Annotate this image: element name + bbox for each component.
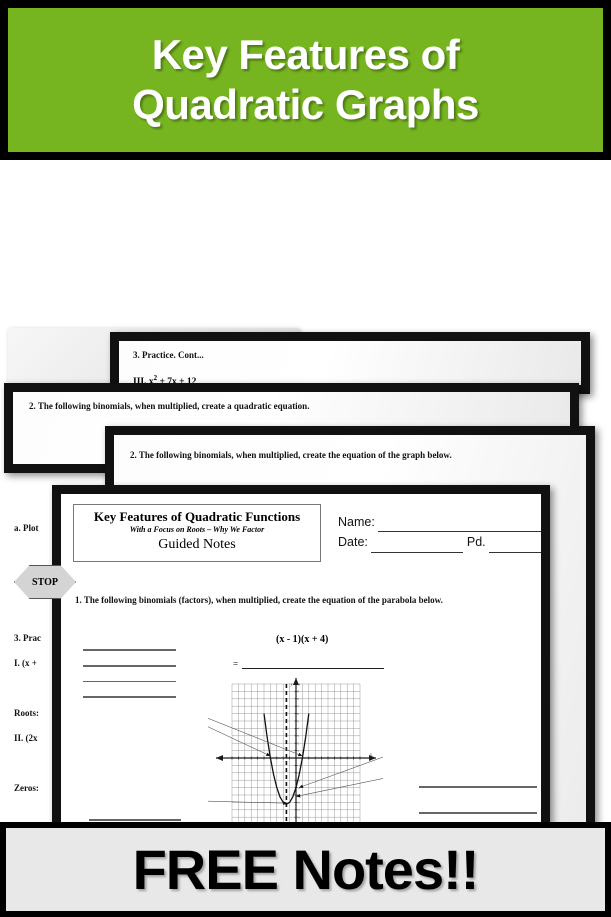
- name-row: Name:: [338, 512, 541, 533]
- binomials-graph-heading: 2. The following binomials, when multipl…: [130, 450, 452, 460]
- answer-line[interactable]: [419, 811, 537, 814]
- pinterest-pin-image: Key Features of Quadratic Graphs 3. Prac…: [0, 0, 611, 917]
- worksheet-title-box: Key Features of Quadratic Functions With…: [73, 504, 321, 562]
- pd-label: Pd.: [466, 535, 486, 550]
- worksheet-stack: 3. Practice. Cont... III. x2 + 7x + 12 2…: [0, 160, 611, 917]
- equals-sign: =: [233, 659, 239, 669]
- edge-page-text: II. (2x: [14, 733, 38, 743]
- svg-text:8: 8: [298, 698, 300, 701]
- date-row: Date: Pd.: [338, 532, 541, 553]
- equation-answer-blank[interactable]: [242, 660, 385, 669]
- header-title-line-1: Key Features of: [151, 31, 460, 79]
- answer-line[interactable]: [83, 664, 176, 667]
- page-body: 3. Practice. Cont... III. x2 + 7x + 12: [119, 341, 581, 385]
- date-input[interactable]: [371, 532, 464, 553]
- binomials-quadratic-heading: 2. The following binomials, when multipl…: [29, 401, 310, 411]
- edge-page-text: Roots:: [14, 708, 39, 718]
- date-label: Date:: [338, 535, 368, 550]
- worksheet-doctype: Guided Notes: [158, 537, 236, 553]
- svg-text:-7: -7: [298, 809, 301, 812]
- dot-border-top: [105, 426, 595, 435]
- graph-axes: xy: [216, 678, 376, 840]
- answer-line[interactable]: [419, 786, 537, 788]
- worksheet-subtitle: With a Focus on Roots – Why We Factor: [129, 525, 265, 535]
- parabola-graph-svg: xy-10-9-8-7-6-5-4-3-2-112345678910: [208, 678, 383, 840]
- practice-cont-heading: 3. Practice. Cont...: [133, 350, 204, 360]
- header-banner: Key Features of Quadratic Graphs: [0, 0, 611, 160]
- dot-border-right: [581, 332, 590, 394]
- dot-border-top: [4, 383, 579, 392]
- dot-border-top: [52, 485, 550, 494]
- question-1-text: 1. The following binomials (factors), wh…: [75, 595, 443, 605]
- name-input[interactable]: [378, 512, 541, 533]
- answer-lines-left: [83, 649, 176, 712]
- dot-border-top: [110, 332, 590, 341]
- footer-cta-text: FREE Notes!!: [132, 838, 480, 901]
- answer-line[interactable]: [83, 696, 176, 699]
- answer-line[interactable]: [83, 649, 176, 651]
- header-banner-inner: Key Features of Quadratic Graphs: [8, 8, 603, 152]
- factored-equation-label: (x - 1)(x + 4): [276, 634, 329, 645]
- name-label: Name:: [338, 515, 375, 529]
- pd-input[interactable]: [489, 532, 541, 553]
- svg-text:x: x: [370, 752, 372, 757]
- svg-text:y: y: [291, 682, 293, 687]
- edge-page-text: 3. Prac: [14, 633, 41, 643]
- footer-banner-inner: FREE Notes!!: [6, 828, 605, 911]
- svg-text:3: 3: [298, 735, 300, 738]
- dot-border-left: [4, 383, 13, 473]
- answer-line[interactable]: [89, 819, 181, 821]
- header-title-line-2: Quadratic Graphs: [132, 81, 479, 128]
- equation-answer-row: =: [233, 659, 385, 669]
- worksheet-title: Key Features of Quadratic Functions: [93, 509, 301, 524]
- edge-page-text: a. Plot: [14, 523, 39, 533]
- name-date-block: Name: Date: Pd.: [338, 512, 541, 553]
- parabola-graph: xy-10-9-8-7-6-5-4-3-2-112345678910: [208, 676, 383, 846]
- edge-page-text: Zeros:: [14, 783, 39, 793]
- footer-banner: FREE Notes!!: [0, 822, 611, 917]
- edge-page-text: I. (x +: [14, 658, 37, 668]
- answer-line[interactable]: [83, 680, 176, 683]
- edge-stop-sign-icon: STOP: [14, 565, 76, 599]
